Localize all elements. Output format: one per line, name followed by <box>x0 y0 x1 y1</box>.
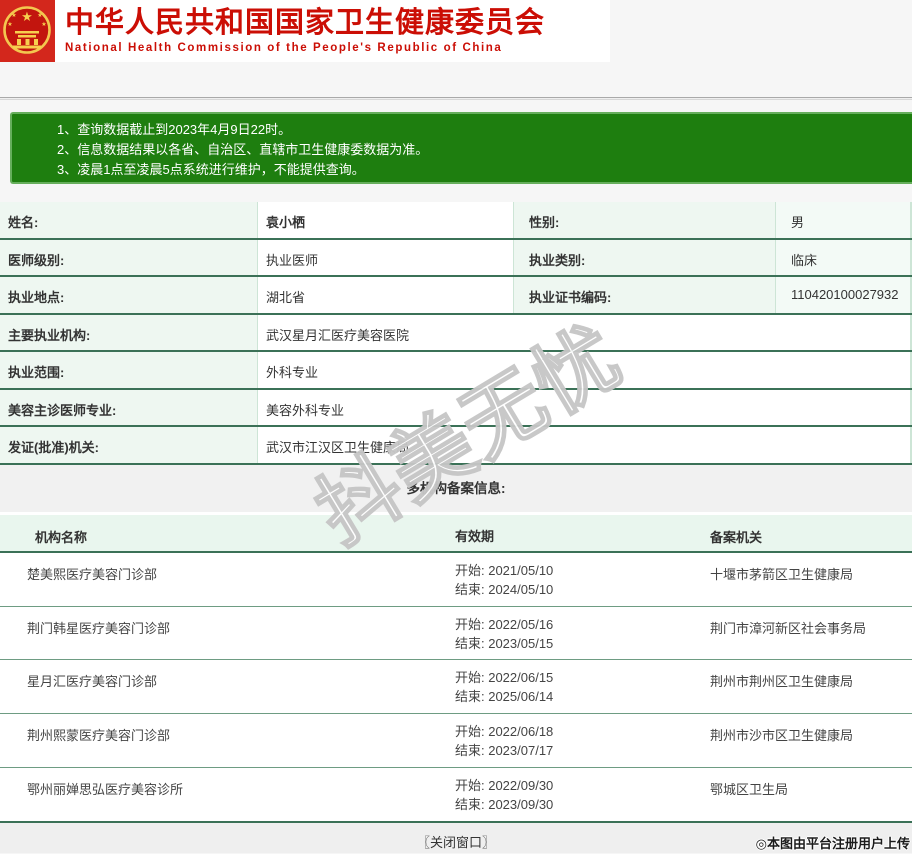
filing-authority: 荆门市漳河新区社会事务局 <box>710 620 867 636</box>
column-header-authority: 备案机关 <box>710 530 763 545</box>
column-header-validity: 有效期 <box>455 529 495 544</box>
table-row: 主要执业机构: 武汉星月汇医疗美容医院 <box>0 314 912 352</box>
org-value: 武汉星月汇医疗美容医院 <box>257 314 912 350</box>
table-row: 荆州熙蒙医疗美容门诊部 开始: 2022/06/18 结束: 2023/07/1… <box>0 714 912 768</box>
table-row: 美容主诊医师专业: 美容外科专业 <box>0 389 912 427</box>
validity-period: 开始: 2022/06/18 结束: 2023/07/17 <box>430 714 675 767</box>
issuer-value: 武汉市江汉区卫生健康局 <box>257 427 912 463</box>
header-gap <box>0 62 912 97</box>
category-label: 执业类别: <box>513 239 775 275</box>
institution-name: 楚美熙医疗美容门诊部 <box>27 567 158 582</box>
svg-text:★: ★ <box>21 9 33 24</box>
validity-end: 结束: 2023/07/17 <box>455 743 554 759</box>
svg-text:★: ★ <box>7 21 12 28</box>
china-national-emblem-icon: ★ ★ ★ ★ ★ <box>0 0 55 62</box>
notice-line-2: 2、信息数据结果以各省、自治区、直辖市卫生健康委数据为准。 <box>57 142 429 157</box>
table-row: 执业地点: 湖北省 执业证书编码: 110420100027932 <box>0 277 912 315</box>
table-row: 荆门韩星医疗美容门诊部 开始: 2022/05/16 结束: 2023/05/1… <box>0 606 912 661</box>
table-row: 姓名: 袁小栖 性别: 男 <box>0 202 912 240</box>
institution-name: 鄂州丽婵思弘医疗美容诊所 <box>27 781 184 797</box>
institution-name: 荆门韩星医疗美容门诊部 <box>27 620 171 636</box>
notice-line-3: 3、凌晨1点至凌晨5点系统进行维护，不能提供查询。 <box>57 162 365 177</box>
column-header-name: 机构名称 <box>35 530 88 545</box>
filing-authority: 荆州市荆州区卫生健康局 <box>710 674 854 690</box>
filing-authority: 鄂城区卫生局 <box>710 781 789 797</box>
table-row: 发证(批准)机关: 武汉市江汉区卫生健康局 <box>0 427 912 465</box>
site-title-cn: 中华人民共和国国家卫生健康委员会 <box>65 7 546 39</box>
table-row: 执业范围: 外科专业 <box>0 352 912 390</box>
validity-start: 开始: 2022/06/15 <box>455 670 554 686</box>
category-value: 临床 <box>775 239 912 275</box>
level-value: 执业医师 <box>257 239 513 275</box>
filing-authority: 十堰市茅箭区卫生健康局 <box>710 567 854 582</box>
org-label: 主要执业机构: <box>0 314 257 350</box>
footer: 〖关闭窗口〗 ◎本图由平台注册用户上传 <box>0 821 912 854</box>
validity-start: 开始: 2022/05/16 <box>455 616 554 632</box>
scope-label: 执业范围: <box>0 352 257 388</box>
scope-value: 外科专业 <box>257 352 912 388</box>
validity-start: 开始: 2022/06/18 <box>455 724 554 740</box>
institution-table-header: 机构名称 有效期 备案机关 <box>0 515 912 553</box>
institution-table-body: 楚美熙医疗美容门诊部 开始: 2021/05/10 结束: 2024/05/10… <box>0 553 912 822</box>
divider-gap <box>0 100 912 112</box>
filing-authority: 荆州市沙市区卫生健康局 <box>710 728 854 744</box>
cert-value: 110420100027932 <box>775 277 912 313</box>
svg-text:★: ★ <box>41 21 46 28</box>
validity-period: 开始: 2022/09/30 结束: 2023/09/30 <box>430 768 675 822</box>
validity-period: 开始: 2022/05/16 结束: 2023/05/15 <box>430 607 675 660</box>
header: ★ ★ ★ ★ ★ 中华人民共和国国家卫生健康委员会 National Heal… <box>0 0 912 62</box>
table-row: 医师级别: 执业医师 执业类别: 临床 <box>0 239 912 277</box>
table-row: 楚美熙医疗美容门诊部 开始: 2021/05/10 结束: 2024/05/10… <box>0 553 912 607</box>
table-row: 鄂州丽婵思弘医疗美容诊所 开始: 2022/09/30 结束: 2023/09/… <box>0 767 912 822</box>
gender-label: 性别: <box>513 202 775 238</box>
level-label: 医师级别: <box>0 239 257 275</box>
header-logo-block: ★ ★ ★ ★ ★ 中华人民共和国国家卫生健康委员会 National Heal… <box>0 0 610 62</box>
gender-value: 男 <box>775 202 912 238</box>
cosmetic-value: 美容外科专业 <box>257 389 912 425</box>
multi-org-section-title: 多机构备案信息: <box>0 464 912 512</box>
location-label: 执业地点: <box>0 277 257 313</box>
validity-end: 结束: 2025/06/14 <box>455 689 554 705</box>
header-titles: 中华人民共和国国家卫生健康委员会 National Health Commiss… <box>55 0 545 62</box>
institution-name: 星月汇医疗美容门诊部 <box>27 674 158 690</box>
validity-end: 结束: 2023/09/30 <box>455 796 554 812</box>
site-title-en: National Health Commission of the People… <box>65 42 503 54</box>
institution-name: 荆州熙蒙医疗美容门诊部 <box>27 728 171 744</box>
validity-end: 结束: 2024/05/10 <box>455 582 554 597</box>
name-label: 姓名: <box>0 202 257 238</box>
query-notice-box: 1、查询数据截止到2023年4月9日22时。 2、信息数据结果以各省、自治区、直… <box>10 112 912 184</box>
validity-start: 开始: 2022/09/30 <box>455 777 554 793</box>
notice-line-1: 1、查询数据截止到2023年4月9日22时。 <box>57 122 292 137</box>
svg-text:★: ★ <box>37 12 42 19</box>
validity-period: 开始: 2021/05/10 结束: 2024/05/10 <box>430 553 675 606</box>
table-row: 星月汇医疗美容门诊部 开始: 2022/06/15 结束: 2025/06/14… <box>0 660 912 715</box>
validity-period: 开始: 2022/06/15 结束: 2025/06/14 <box>430 660 675 713</box>
cert-label: 执业证书编码: <box>513 277 775 313</box>
location-value: 湖北省 <box>257 277 513 313</box>
name-value: 袁小栖 <box>257 202 513 238</box>
doctor-info-table: 姓名: 袁小栖 性别: 男 医师级别: 执业医师 执业类别: 临床 执业地点: … <box>0 202 912 465</box>
svg-text:★: ★ <box>11 12 16 19</box>
cosmetic-label: 美容主诊医师专业: <box>0 389 257 425</box>
notice-gap <box>0 184 912 202</box>
validity-start: 开始: 2021/05/10 <box>455 563 554 578</box>
issuer-label: 发证(批准)机关: <box>0 427 257 463</box>
upload-note: ◎本图由平台注册用户上传 <box>755 836 910 852</box>
validity-end: 结束: 2023/05/15 <box>455 635 554 651</box>
